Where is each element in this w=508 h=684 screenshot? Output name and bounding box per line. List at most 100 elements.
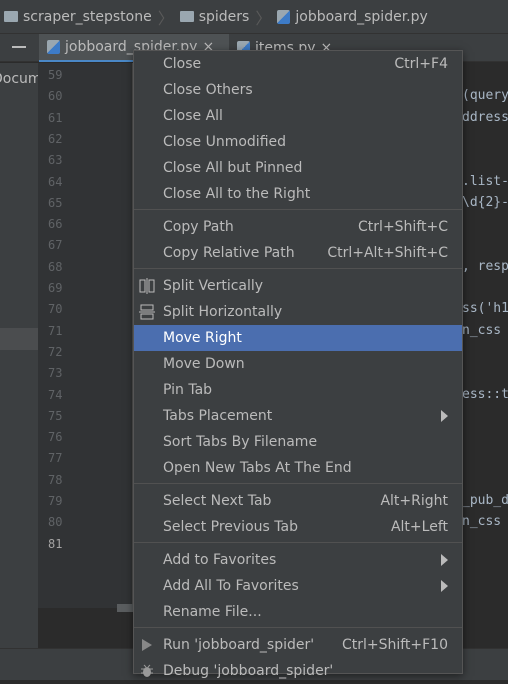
menu-item-label: Move Right bbox=[163, 330, 242, 346]
menu-item-close-all-but-pinned[interactable]: Close All but Pinned bbox=[134, 155, 462, 181]
menu-item-close-others[interactable]: Close Others bbox=[134, 77, 462, 103]
folder-icon bbox=[4, 11, 18, 22]
code-fragment: , resp bbox=[462, 258, 508, 274]
code-fragment: .list- bbox=[462, 173, 508, 189]
menu-item-move-down[interactable]: Move Down bbox=[134, 351, 462, 377]
menu-item-label: Split Horizontally bbox=[163, 304, 283, 320]
menu-item-add-all-to-favorites[interactable]: Add All To Favorites bbox=[134, 573, 462, 599]
menu-item-label: Rename File... bbox=[163, 604, 262, 620]
python-file-icon bbox=[277, 9, 291, 24]
menu-item-label: Move Down bbox=[163, 356, 245, 372]
menu-item-label: Close All bbox=[163, 108, 223, 124]
menu-item-label: Close Unmodified bbox=[163, 134, 287, 150]
menu-item-shortcut: Ctrl+Alt+Shift+C bbox=[327, 245, 448, 261]
menu-item-shortcut: Alt+Left bbox=[390, 519, 448, 535]
tab-context-menu: Close Ctrl+F4 Close Others Close All Close U… bbox=[133, 50, 463, 679]
line-number: 67 bbox=[48, 238, 63, 253]
menu-item-rename-file[interactable]: Rename File... bbox=[134, 599, 462, 625]
breadcrumb-label: jobboard_spider.py bbox=[295, 8, 428, 25]
line-number: 69 bbox=[48, 281, 63, 295]
menu-item-shortcut: Ctrl+Shift+F10 bbox=[341, 637, 448, 653]
line-number: 63 bbox=[48, 153, 63, 168]
breadcrumb-label: spiders bbox=[198, 8, 250, 25]
menu-item-split-horizontally[interactable]: Split Horizontally bbox=[134, 299, 462, 325]
line-number: 70 bbox=[48, 302, 63, 317]
submenu-arrow-icon bbox=[441, 554, 448, 566]
menu-item-copy-path[interactable]: Copy Path Ctrl+Shift+C bbox=[134, 214, 462, 240]
line-number: 79 bbox=[48, 494, 63, 508]
folder-icon bbox=[179, 11, 194, 22]
menu-item-shortcut: Ctrl+F4 bbox=[394, 56, 448, 72]
line-number: 80 bbox=[48, 515, 63, 530]
code-fragment: n_css bbox=[462, 514, 502, 530]
menu-item-label: Close bbox=[163, 56, 202, 72]
menu-item-label: Close All but Pinned bbox=[163, 160, 303, 176]
line-number: 76 bbox=[48, 430, 63, 445]
menu-item-label: Copy Relative Path bbox=[163, 245, 295, 261]
menu-item-open-new-tabs-at-the-end[interactable]: Open New Tabs At The End bbox=[134, 455, 462, 481]
minimize-icon[interactable] bbox=[12, 46, 26, 48]
line-number: 59 bbox=[48, 68, 63, 82]
submenu-arrow-icon bbox=[441, 410, 448, 422]
menu-item-move-right[interactable]: Move Right bbox=[134, 325, 462, 351]
line-number: 66 bbox=[48, 217, 63, 232]
project-item[interactable]: Documents bbox=[0, 71, 38, 87]
line-number: 68 bbox=[48, 259, 63, 274]
line-number: 81 bbox=[48, 536, 63, 551]
menu-item-pin-tab[interactable]: Pin Tab bbox=[134, 377, 462, 403]
chevron-right-icon: 〉 bbox=[157, 8, 174, 28]
line-number: 62 bbox=[48, 131, 63, 146]
line-number: 75 bbox=[48, 408, 63, 423]
menu-item-split-vertically[interactable]: Split Vertically bbox=[134, 273, 462, 299]
line-gutter: 59 60 61 62 63 64 65 66 67 68 69 70 71 72 73 74 75 76 77 78… bbox=[38, 63, 133, 608]
line-number: 77 bbox=[48, 451, 63, 466]
code-fragment: (query bbox=[462, 88, 508, 104]
code-fragment: ss('h1 bbox=[462, 301, 508, 317]
menu-item-label: Sort Tabs By Filename bbox=[163, 434, 318, 450]
menu-item-label: Add All To Favorites bbox=[163, 578, 299, 594]
menu-item-add-to-favorites[interactable]: Add to Favorites bbox=[134, 547, 462, 573]
menu-item-select-previous-tab[interactable]: Select Previous Tab Alt+Left bbox=[134, 514, 462, 540]
line-number: 78 bbox=[48, 472, 63, 487]
menu-item-sort-tabs-by-filename[interactable]: Sort Tabs By Filename bbox=[134, 429, 462, 455]
menu-item-debug-jobboard-spider[interactable]: Debug 'jobboard_spider' bbox=[134, 658, 462, 684]
menu-item-label: Close Others bbox=[163, 82, 253, 98]
menu-item-select-next-tab[interactable]: Select Next Tab Alt+Right bbox=[134, 488, 462, 514]
line-number: 61 bbox=[48, 110, 63, 125]
code-fragment: \d{2}- bbox=[462, 194, 508, 210]
run-icon bbox=[139, 637, 155, 653]
breadcrumb-item[interactable]: jobboard_spider.py bbox=[277, 8, 428, 25]
line-number: 64 bbox=[48, 174, 63, 189]
submenu-arrow-icon bbox=[441, 580, 448, 592]
line-number: 72 bbox=[48, 344, 63, 359]
menu-item-label: Debug 'jobboard_spider' bbox=[163, 663, 334, 679]
chevron-right-icon: 〉 bbox=[255, 8, 272, 28]
line-number: 71 bbox=[48, 323, 63, 338]
project-panel: Documents bbox=[0, 63, 38, 648]
menu-item-copy-relative-path[interactable]: Copy Relative Path Ctrl+Alt+Shift+C bbox=[134, 240, 462, 266]
menu-item-label: Add to Favorites bbox=[163, 552, 277, 568]
line-number: 65 bbox=[48, 195, 63, 210]
menu-item-close-unmodified[interactable]: Close Unmodified bbox=[134, 129, 462, 155]
breadcrumb-item[interactable]: spiders bbox=[179, 8, 250, 25]
selected-row[interactable] bbox=[0, 328, 38, 350]
menu-item-close-all[interactable]: Close All bbox=[134, 103, 462, 129]
menu-item-tabs-placement[interactable]: Tabs Placement bbox=[134, 403, 462, 429]
code-fragment: ess::t bbox=[462, 386, 508, 402]
menu-item-label: Split Vertically bbox=[163, 278, 264, 294]
code-fragment: ddress bbox=[462, 109, 508, 125]
code-fragment: n_css bbox=[462, 322, 502, 338]
menu-item-close[interactable]: Close Ctrl+F4 bbox=[134, 51, 462, 77]
breadcrumb-item[interactable]: scraper_stepstone bbox=[4, 9, 152, 25]
code-fragment: _pub_d bbox=[462, 493, 508, 508]
menu-item-close-all-to-the-right[interactable]: Close All to the Right bbox=[134, 181, 462, 207]
menu-item-run-jobboard-spider[interactable]: Run 'jobboard_spider' Ctrl+Shift+F10 bbox=[134, 632, 462, 658]
menu-item-label: Copy Path bbox=[163, 219, 234, 235]
split-vertical-icon bbox=[139, 278, 155, 294]
split-horizontal-icon bbox=[139, 304, 155, 320]
python-file-icon bbox=[47, 40, 60, 54]
menu-item-label: Select Previous Tab bbox=[163, 519, 298, 535]
menu-item-label: Tabs Placement bbox=[163, 408, 273, 424]
menu-item-label: Run 'jobboard_spider' bbox=[163, 637, 315, 653]
line-number: 74 bbox=[48, 387, 63, 402]
